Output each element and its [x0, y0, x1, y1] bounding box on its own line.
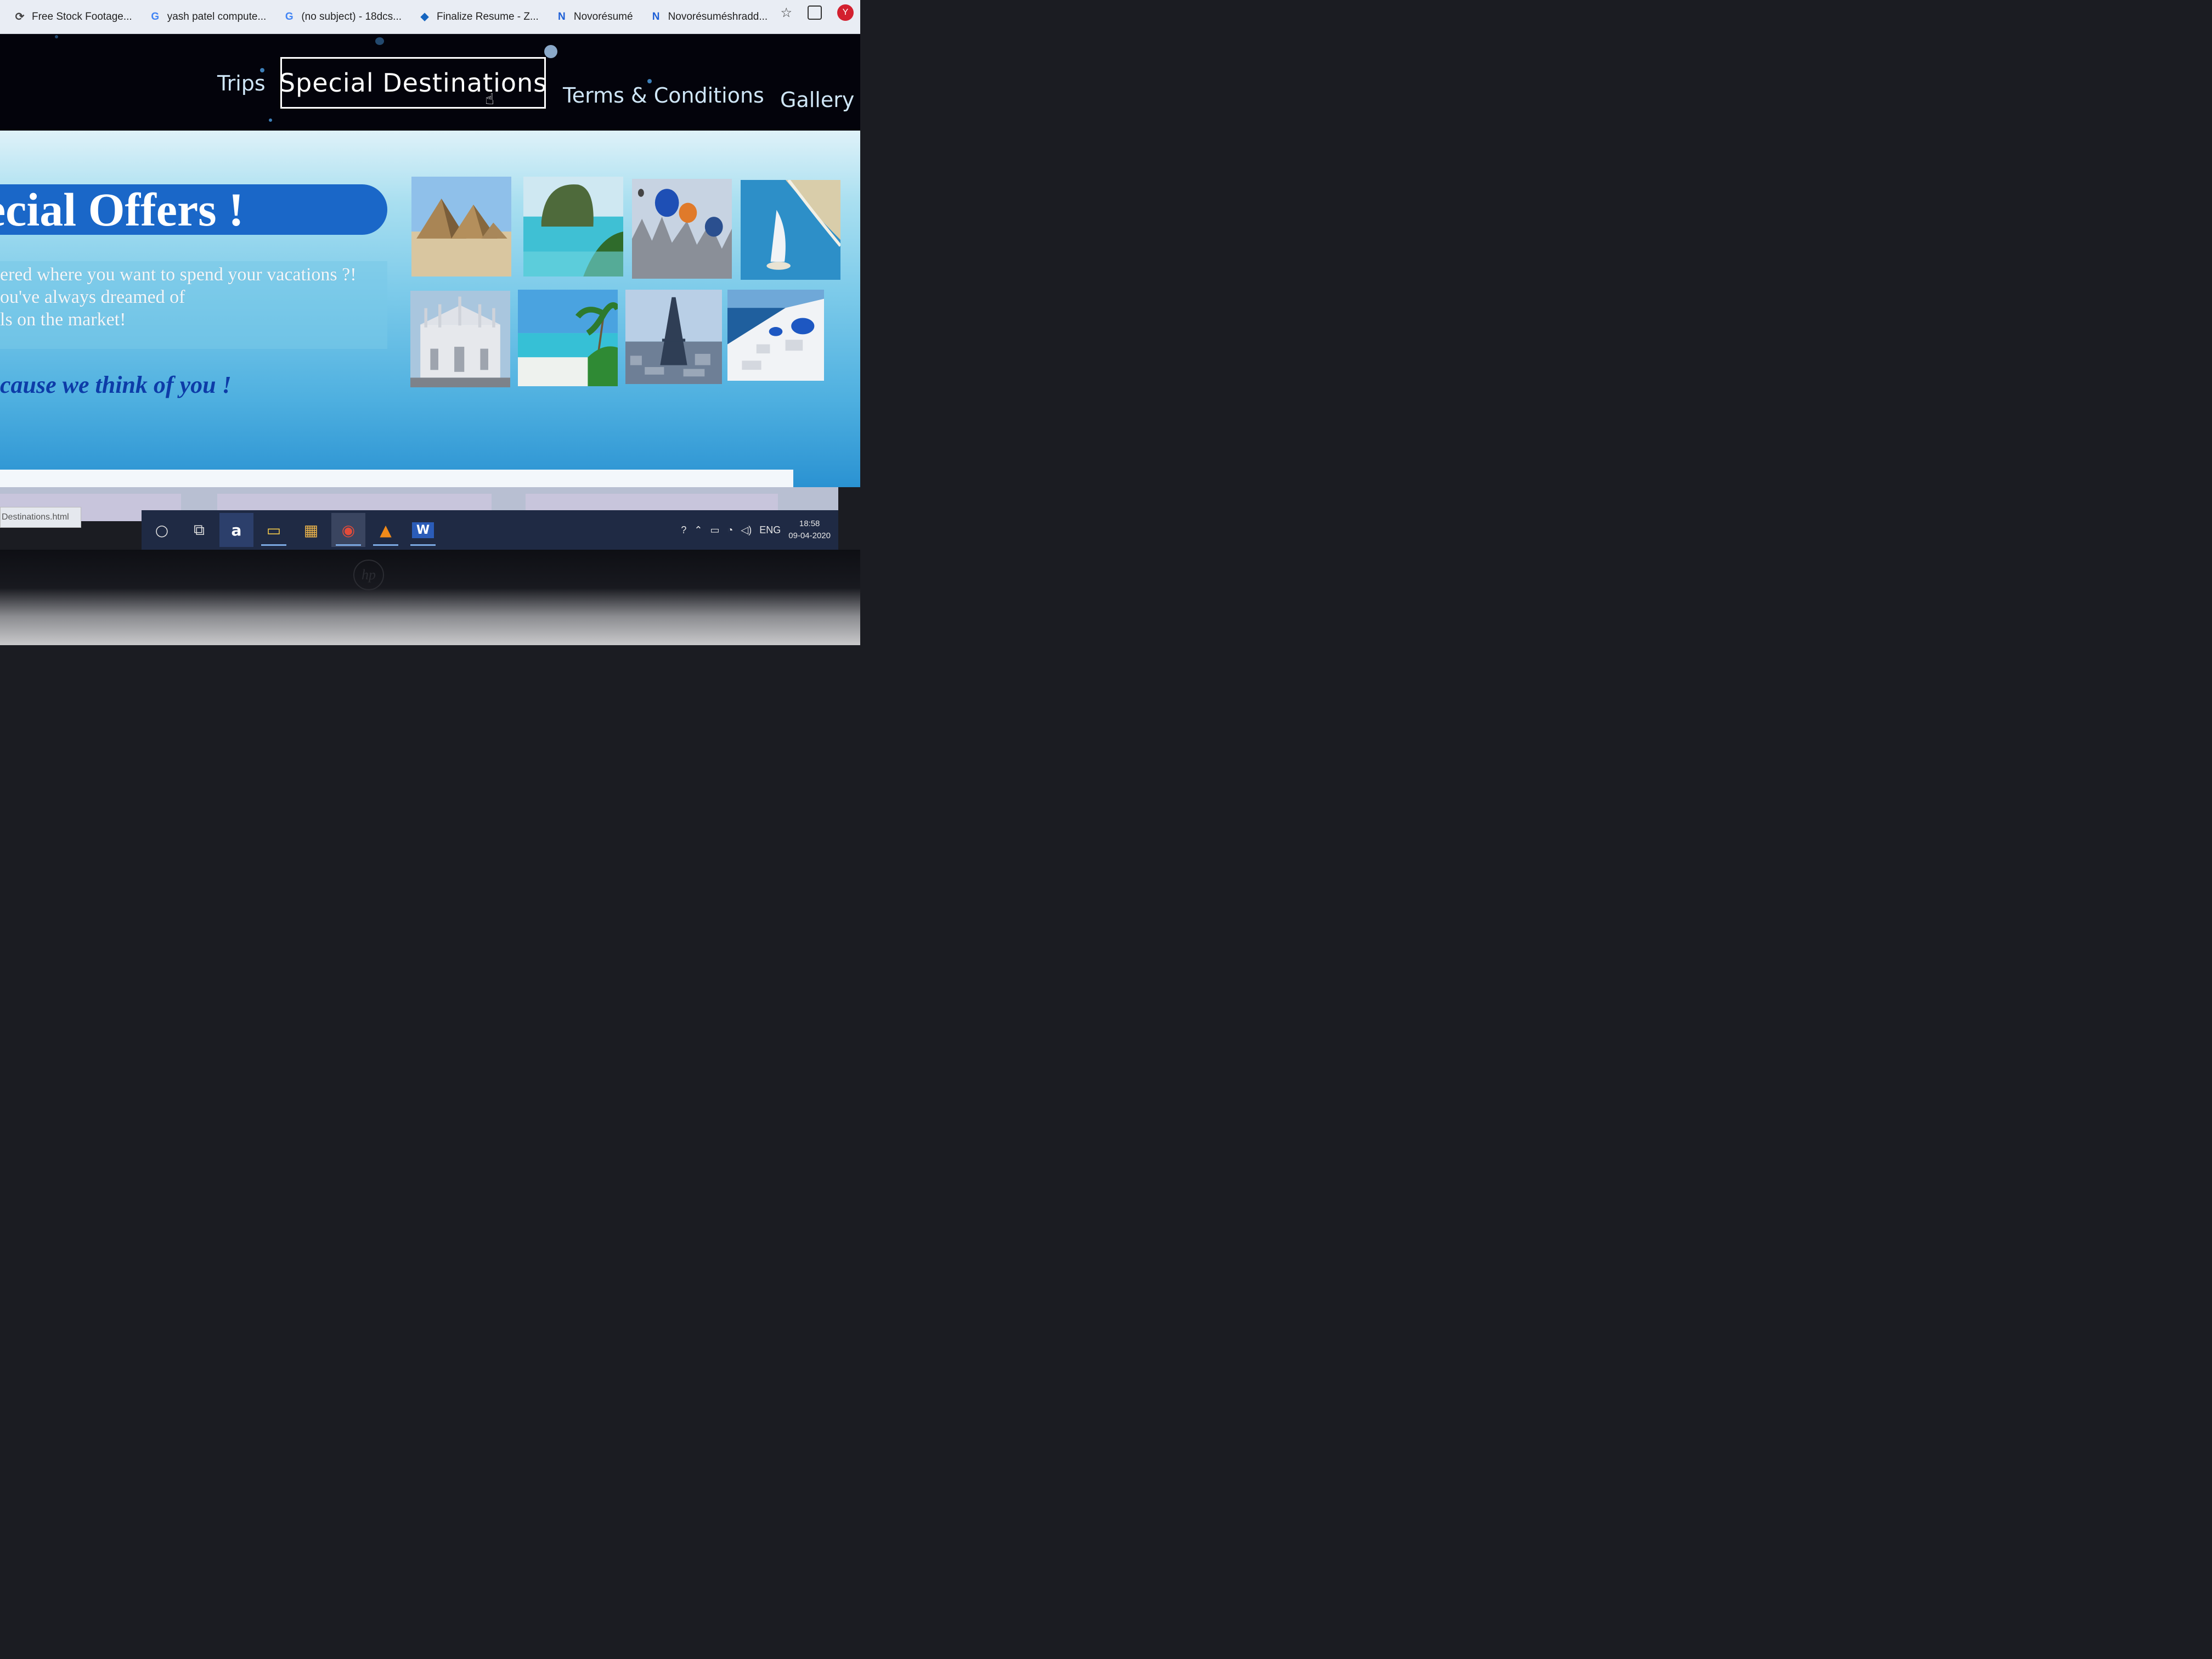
word-icon[interactable]: W [406, 513, 440, 547]
hand-cursor-icon: ☝ [485, 90, 495, 108]
amazon-icon[interactable]: a [219, 513, 253, 547]
novoresume-icon: N [557, 10, 566, 22]
browser-toolbar-right: ☆ Y [780, 4, 854, 21]
pyramids-image[interactable] [411, 177, 511, 276]
volume-icon[interactable]: ◁) [741, 524, 752, 536]
clock-time: 18:58 [799, 519, 820, 528]
bookmark-label: Finalize Resume - Z... [437, 10, 539, 22]
wifi-icon[interactable]: ◔ [727, 524, 733, 536]
google-icon: G [285, 10, 294, 22]
burj-al-arab-image[interactable] [741, 180, 840, 280]
link-status-bar: Destinations.html [0, 507, 81, 528]
description-line: ered where you want to spend your vacati… [0, 264, 357, 285]
site-nav: Trips Special Destinations Terms & Condi… [0, 34, 860, 146]
description-line: ls on the market! [0, 309, 126, 330]
palm-beach-image[interactable] [518, 290, 618, 386]
destinations-gallery [410, 177, 840, 391]
chrome-icon[interactable]: ◉ [331, 513, 365, 547]
help-icon[interactable]: ? [681, 524, 686, 536]
banner-title: ecial Offers ! [0, 184, 244, 235]
language-indicator[interactable]: ENG [759, 524, 781, 536]
special-offers-banner: ecial Offers ! [0, 184, 387, 235]
status-url: Destinations.html [2, 512, 69, 522]
novoresume-icon: N [652, 10, 660, 22]
zety-icon: ◆ [420, 11, 429, 22]
bookmark-label: (no subject) - 18dcs... [301, 10, 402, 22]
battery-icon[interactable]: ▭ [710, 524, 720, 536]
bookmark-label: yash patel compute... [167, 10, 267, 22]
footer-panel [0, 470, 793, 488]
tagline: cause we think of you ! [0, 371, 232, 398]
nav-link-label: Special Destinations [279, 68, 548, 98]
clock[interactable]: 18:58 09-04-2020 [788, 518, 831, 542]
extensions-icon[interactable] [808, 5, 822, 20]
nav-link-special-destinations[interactable]: Special Destinations [279, 57, 548, 109]
hp-logo-icon: hp [353, 560, 384, 590]
clock-date: 09-04-2020 [788, 531, 831, 540]
eiffel-tower-image[interactable] [625, 290, 722, 384]
file-explorer-icon[interactable]: ▭ [257, 513, 291, 547]
reload-icon: ⟳ [15, 11, 25, 23]
bookmark-yash-patel[interactable]: G yash patel compute... [149, 10, 267, 24]
system-tray: ? ⌃ ▭ ◔ ◁) ENG 18:58 09-04-2020 [681, 510, 831, 550]
bookmark-label: Novorésuméshradd... [668, 10, 768, 22]
nav-link-trips[interactable]: Trips [217, 71, 266, 95]
microsoft-store-icon[interactable]: ▦ [294, 513, 328, 547]
tropical-bay-image[interactable] [523, 177, 623, 276]
vlc-icon[interactable]: ▲ [369, 513, 403, 547]
laptop-bezel [0, 550, 860, 645]
bookmark-free-stock-footage[interactable]: ⟳ Free Stock Footage... [13, 10, 132, 24]
description-box: ered where you want to spend your vacati… [0, 261, 387, 349]
bookmark-no-subject[interactable]: G (no subject) - 18dcs... [283, 10, 402, 24]
bookmark-label: Novorésumé [573, 10, 633, 22]
profile-avatar[interactable]: Y [837, 4, 854, 21]
bookmark-label: Free Stock Footage... [32, 10, 132, 22]
bookmark-novoresume-2[interactable]: N Novorésuméshradd... [650, 10, 768, 24]
windows-taskbar: ○ ⧉ a ▭ ▦ ◉ ▲ W ? ⌃ ▭ ◔ ◁) ENG 18:58 09-… [142, 510, 838, 550]
hot-air-balloons-image[interactable] [632, 179, 732, 279]
star-icon[interactable]: ☆ [780, 5, 792, 20]
nav-link-terms-conditions[interactable]: Terms & Conditions [563, 83, 764, 108]
cortana-search-icon[interactable]: ○ [145, 513, 179, 547]
google-icon: G [151, 10, 160, 22]
chevron-up-icon[interactable]: ⌃ [694, 524, 702, 536]
santorini-image[interactable] [727, 290, 824, 381]
milan-cathedral-image[interactable] [410, 291, 510, 387]
task-view-icon[interactable]: ⧉ [182, 513, 216, 547]
description-line: ou've always dreamed of [0, 287, 185, 307]
bookmark-finalize-resume[interactable]: ◆ Finalize Resume - Z... [418, 10, 539, 24]
bookmarks-bar: ⟳ Free Stock Footage... G yash patel com… [0, 0, 860, 34]
main-content: ecial Offers ! ered where you want to sp… [0, 131, 860, 487]
bookmark-novoresume[interactable]: N Novorésumé [555, 10, 633, 24]
